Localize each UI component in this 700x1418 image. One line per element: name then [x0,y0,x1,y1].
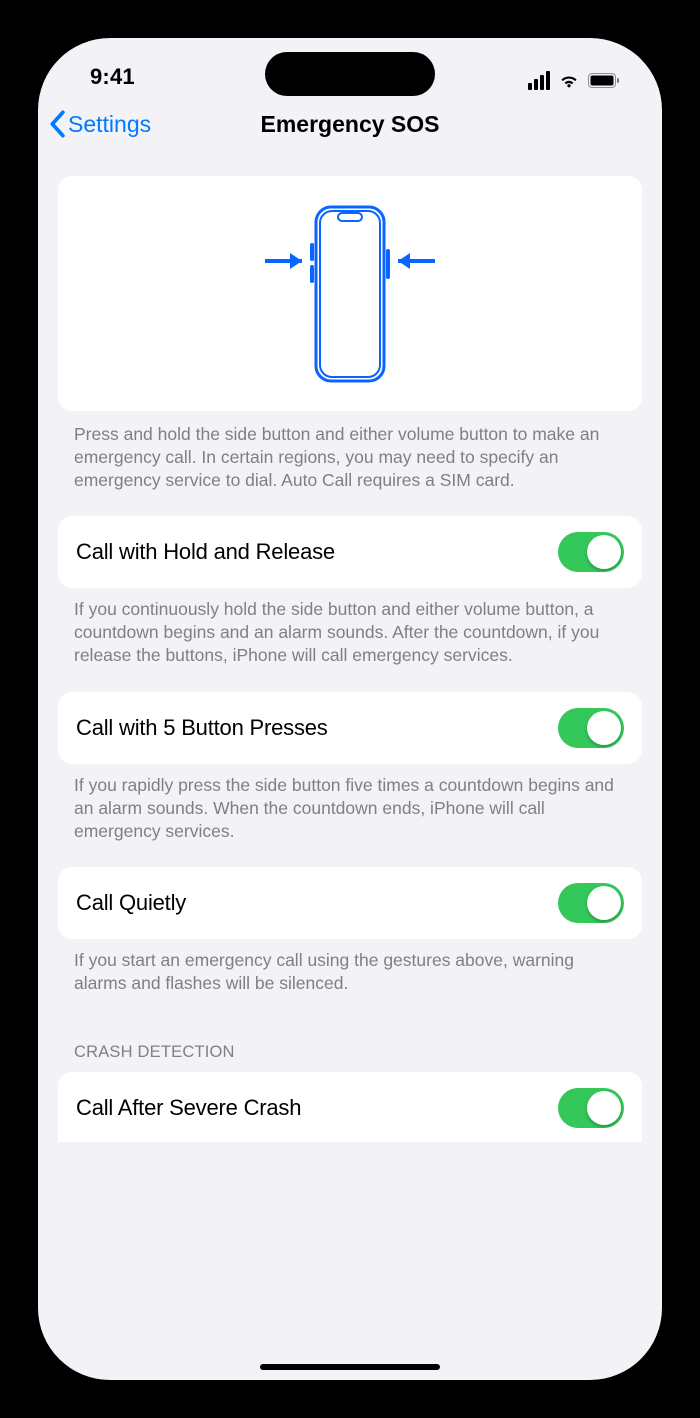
cellular-icon [528,71,550,90]
screen: 9:41 Settings Emergency SOS [38,38,662,1380]
toggle-call-hold-release[interactable] [558,532,624,572]
status-indicators [528,71,620,90]
hero-illustration-card [58,176,642,411]
status-time: 9:41 [90,64,135,90]
phone-buttons-illustration-icon [210,199,490,389]
chevron-left-icon [48,110,66,138]
footer-call-hold-release: If you continuously hold the side button… [58,598,642,691]
row-call-after-crash: Call After Severe Crash [58,1072,642,1142]
row-call-quietly: Call Quietly [58,867,642,939]
toggle-call-after-crash[interactable] [558,1088,624,1128]
footer-call-5-presses: If you rapidly press the side button fiv… [58,774,642,867]
back-label: Settings [68,111,151,138]
content-scroll[interactable]: Press and hold the side button and eithe… [38,156,662,1380]
back-button[interactable]: Settings [48,110,151,138]
wifi-icon [558,73,580,89]
battery-icon [588,73,620,88]
toggle-call-5-presses[interactable] [558,708,624,748]
row-label: Call Quietly [76,890,186,916]
row-label: Call with Hold and Release [76,539,335,565]
footer-call-quietly: If you start an emergency call using the… [58,949,642,1019]
row-call-5-presses: Call with 5 Button Presses [58,692,642,764]
row-label: Call After Severe Crash [76,1095,301,1121]
toggle-call-quietly[interactable] [558,883,624,923]
status-bar: 9:41 [38,38,662,92]
nav-bar: Settings Emergency SOS [38,92,662,156]
section-header-crash: CRASH DETECTION [58,1019,642,1072]
crash-section: Call After Severe Crash [58,1072,642,1142]
hero-footer-text: Press and hold the side button and eithe… [58,423,642,516]
row-call-hold-release: Call with Hold and Release [58,516,642,588]
home-indicator[interactable] [260,1364,440,1370]
phone-bezel: 9:41 Settings Emergency SOS [20,20,680,1398]
row-label: Call with 5 Button Presses [76,715,328,741]
